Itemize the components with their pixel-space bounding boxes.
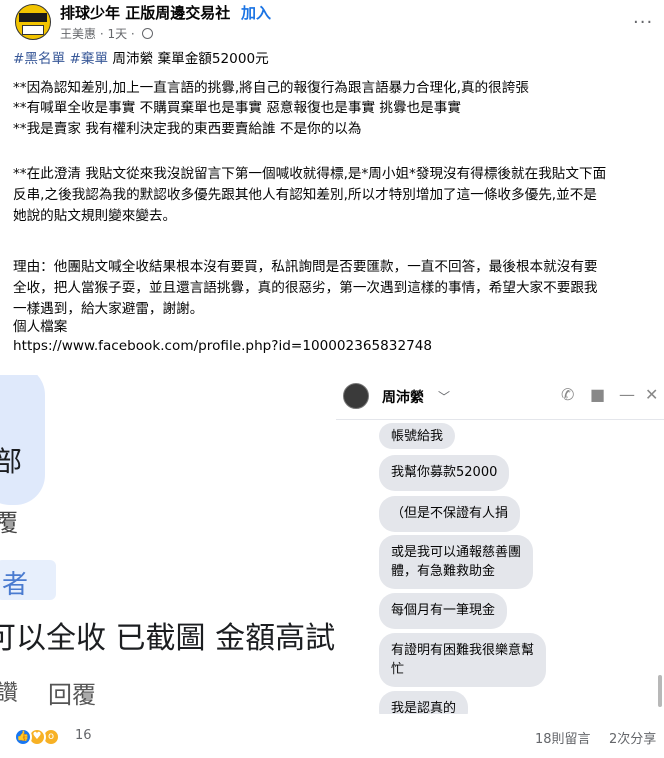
post-footer: 👍 ♥ o 16 18則留言 2次分享 (0, 714, 664, 758)
post-title: #黑名單 #棄單 周沛縈 棄單金額52000元 (13, 48, 269, 70)
screenshot-left: 部 覆 者 可以全收 已截圖 金額高試 讚 回覆 (0, 375, 335, 714)
chat-message: 帳號給我 (379, 423, 456, 449)
author-line: 王美惠 · 1天 · (60, 25, 153, 42)
chat-message: 有證明有困難我很樂意幫 忙 (379, 633, 547, 687)
post-line-3: **我是賣家 我有權利決定我的東西要賣給誰 不是你的以為 (13, 121, 362, 137)
left-text-1: 部 (0, 445, 23, 478)
post-line-1: **因為認知差別,加上一直言語的挑釁,將自己的報復行為跟言語暴力合理化,真的很誇… (13, 80, 529, 96)
chat-message: 我是認真的 (379, 691, 469, 714)
chat-message: （但是不保證有人捐 (379, 496, 521, 532)
left-like: 讚 (0, 681, 19, 706)
chat-header: 周沛縈 ﹀ ✆ ■ — ✕ (336, 375, 664, 420)
author-badge-text: 者 (2, 570, 29, 600)
post-header: 排球少年 正版周邊交易社 · 加入 王美惠 · 1天 · ··· (0, 0, 664, 44)
comment-count[interactable]: 18則留言 (535, 728, 591, 747)
hashtag-blacklist[interactable]: #黑名單 (13, 51, 65, 67)
author-badge: 者 (0, 560, 56, 600)
minimize-icon[interactable]: — (619, 385, 635, 404)
clarify-line-3: 她說的貼文規則變來變去。 (13, 208, 177, 224)
chat-name[interactable]: 周沛縈 (382, 387, 424, 407)
left-text-4: 可以全收 已截圖 金額高試 (0, 621, 335, 656)
close-icon[interactable]: ✕ (645, 385, 658, 404)
hashtag-abandoned[interactable]: #棄單 (70, 51, 109, 67)
chat-message: 我幫你募款52000 (379, 455, 510, 491)
chat-window: 周沛縈 ﹀ ✆ ■ — ✕ 帳號給我 我幫你募款52000 （但是不保證有人捐 … (336, 375, 664, 714)
title-text: 周沛縈 棄單金額52000元 (112, 51, 269, 67)
reaction-count[interactable]: 16 (75, 728, 92, 743)
author-name[interactable]: 王美惠 (60, 27, 96, 41)
clarify-line-1: **在此澄清 我貼文從來我沒說留言下第一個喊收就得標,是*周小姐*發現沒有得標後… (13, 166, 607, 182)
group-avatar[interactable] (15, 4, 51, 40)
share-count[interactable]: 2次分享 (609, 728, 656, 747)
post-line-2: **有喊單全收是事實 不購買棄單也是事實 惡意報復也是事實 挑釁也是事實 (13, 100, 461, 116)
chat-message: 或是我可以通報慈善團 體，有急難救助金 (379, 535, 534, 589)
chat-scrollbar[interactable] (658, 675, 662, 707)
like-icon: 👍 (14, 728, 32, 746)
clarify-line-2: 反串,之後我認為我的默認收多優先跟其他人有認知差別,所以才特別增加了這一條收多優… (13, 187, 597, 203)
left-reply: 回覆 (48, 681, 96, 709)
profile-link[interactable]: https://www.facebook.com/profile.php?id=… (13, 335, 432, 357)
video-icon[interactable]: ■ (590, 385, 605, 404)
phone-icon[interactable]: ✆ (561, 385, 574, 404)
reason-line-1: 理由：他團貼文喊全收結果根本沒有要買，私訊詢問是否要匯款，一直不回答，最後根本就… (13, 259, 598, 275)
attached-screenshot[interactable]: 部 覆 者 可以全收 已截圖 金額高試 讚 回覆 周沛縈 ﹀ ✆ ■ — ✕ 帳… (0, 375, 664, 714)
chat-message: 每個月有一筆現金 (379, 593, 508, 629)
chat-avatar[interactable] (343, 383, 369, 409)
left-text-2: 覆 (0, 509, 18, 537)
join-button[interactable]: 加入 (241, 2, 271, 23)
reason-line-2: 全收，把人當猴子耍，並且還言語挑釁，真的很惡劣，第一次遇到這樣的事情，希望大家不… (13, 280, 598, 296)
group-name[interactable]: 排球少年 正版周邊交易社 (60, 2, 230, 23)
separator: · (224, 2, 229, 20)
chevron-down-icon[interactable]: ﹀ (438, 388, 450, 405)
more-options-icon[interactable]: ··· (633, 12, 653, 33)
globe-icon (141, 28, 153, 39)
post-time[interactable]: 1天 (107, 27, 127, 41)
